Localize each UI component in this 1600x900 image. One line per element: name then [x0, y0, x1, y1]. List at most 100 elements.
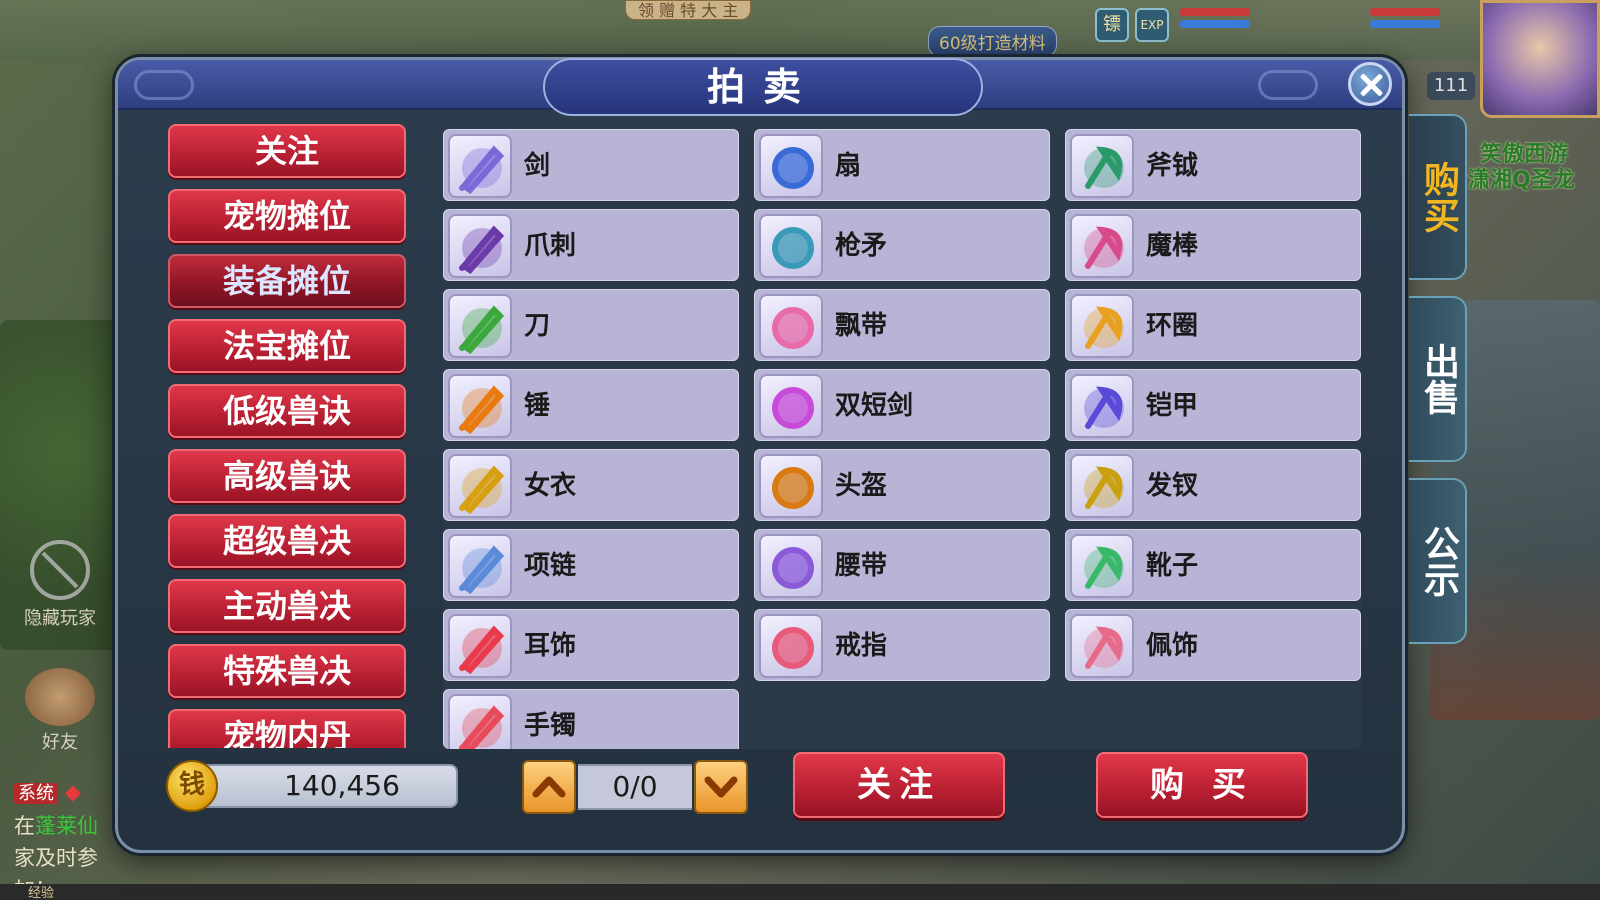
necklace-icon — [448, 534, 512, 598]
swirl-ornament — [134, 70, 194, 100]
item-category-card[interactable]: 女衣 — [443, 449, 739, 521]
item-category-card[interactable]: 魔棒 — [1065, 209, 1361, 281]
item-category-card[interactable]: 枪矛 — [754, 209, 1050, 281]
item-category-label: 铠甲 — [1146, 391, 1199, 421]
boots-icon — [1070, 534, 1134, 598]
item-category-label: 项链 — [524, 551, 577, 581]
ribbon-icon — [759, 294, 823, 358]
event-banner[interactable]: 领 赠 特 大 主 — [625, 0, 752, 20]
item-category-label: 刀 — [524, 311, 551, 341]
item-category-card[interactable]: 双短剑 — [754, 369, 1050, 441]
item-category-card[interactable]: 耳饰 — [443, 609, 739, 681]
buy-button[interactable]: 购 买 — [1096, 752, 1308, 818]
item-category-label: 戒指 — [835, 631, 888, 661]
hammer-icon — [448, 374, 512, 438]
item-category-label: 女衣 — [524, 471, 577, 501]
helmet-icon — [759, 454, 823, 518]
tab-buy-label: 购买 — [1418, 161, 1459, 233]
player-status-bars — [1370, 8, 1440, 38]
item-category-label: 腰带 — [835, 551, 888, 581]
player-name-label-2: 潇湘Q圣龙 — [1468, 168, 1575, 193]
pager: 0/0 — [522, 760, 748, 814]
item-category-label: 枪矛 — [835, 231, 888, 261]
chat-text: 在 — [14, 814, 35, 838]
item-category-label: 爪刺 — [524, 231, 577, 261]
item-category-label: 魔棒 — [1146, 231, 1199, 261]
item-category-card[interactable]: 腰带 — [754, 529, 1050, 601]
category-button[interactable]: 低级兽诀 — [168, 384, 406, 438]
spear-icon — [759, 214, 823, 278]
friends-button[interactable]: 好友 — [10, 668, 110, 754]
item-category-area[interactable]: 剑 扇 斧钺爪刺 枪矛 魔棒刀 飘带 环圈锤 双短剑 铠甲女衣 头盔 发钗项链 腰带 靴子耳饰 戒指 佩饰手… — [443, 129, 1361, 749]
item-grid: 剑 扇 斧钺爪刺 枪矛 魔棒刀 飘带 环圈锤 双短剑 铠甲女衣 头盔 发钗项链 腰带 靴子耳饰 戒指 佩饰手… — [443, 129, 1361, 749]
category-button[interactable]: 关注 — [168, 124, 406, 178]
handshake-icon — [25, 668, 95, 726]
pendant-icon — [1070, 614, 1134, 678]
item-category-card[interactable]: 刀 — [443, 289, 739, 361]
item-category-card[interactable]: 扇 — [754, 129, 1050, 201]
exp-label: 经验 — [28, 886, 55, 900]
player-avatar[interactable] — [1480, 0, 1600, 118]
chevron-up-icon — [532, 776, 566, 798]
item-category-card[interactable]: 手镯 — [443, 689, 739, 749]
item-category-card[interactable]: 佩饰 — [1065, 609, 1361, 681]
tab-notice[interactable]: 公示 — [1409, 478, 1467, 644]
item-category-card[interactable]: 发钗 — [1065, 449, 1361, 521]
auction-dialog: 拍卖 关注 宠物摊位 装备摊位 法宝摊位 低级兽诀 高级兽诀 超级兽决 主动兽决 特殊兽决 宠物内… — [115, 57, 1467, 853]
item-category-card[interactable]: 锤 — [443, 369, 739, 441]
close-icon[interactable] — [1348, 62, 1392, 106]
follow-button[interactable]: 关注 — [793, 752, 1005, 818]
item-category-card[interactable]: 斧钺 — [1065, 129, 1361, 201]
item-category-card[interactable]: 项链 — [443, 529, 739, 601]
category-button[interactable]: 宠物摊位 — [168, 189, 406, 243]
claw-icon — [448, 214, 512, 278]
item-category-card[interactable]: 飘带 — [754, 289, 1050, 361]
material-badge[interactable]: 60级打造材料 — [928, 26, 1057, 57]
friends-label: 好友 — [42, 732, 78, 753]
tab-notice-label: 公示 — [1418, 525, 1459, 597]
escort-icon[interactable]: 镖 — [1095, 8, 1129, 42]
exp-icon[interactable]: EXP — [1135, 8, 1169, 42]
player-level: 111 — [1427, 72, 1475, 100]
category-button[interactable]: 主动兽决 — [168, 579, 406, 633]
blade-icon — [448, 294, 512, 358]
page-up-button[interactable] — [522, 760, 576, 814]
category-button[interactable]: 法宝摊位 — [168, 319, 406, 373]
item-category-card[interactable]: 戒指 — [754, 609, 1050, 681]
tab-sell-label: 出售 — [1418, 343, 1459, 415]
system-tag: 系统 — [14, 783, 58, 804]
category-button[interactable]: 特殊兽决 — [168, 644, 406, 698]
item-category-card[interactable]: 铠甲 — [1065, 369, 1361, 441]
scene-top — [0, 0, 1600, 60]
twin-daggers-icon — [759, 374, 823, 438]
hide-players-button[interactable]: 隐藏玩家 — [10, 540, 110, 630]
hide-players-label: 隐藏玩家 — [24, 608, 96, 629]
armor-icon — [1070, 374, 1134, 438]
item-category-label: 扇 — [835, 151, 862, 181]
category-button[interactable]: 超级兽决 — [168, 514, 406, 568]
dialog-title: 拍卖 — [543, 58, 983, 116]
item-category-label: 耳饰 — [524, 631, 577, 661]
tab-sell[interactable]: 出售 — [1409, 296, 1467, 462]
item-category-card[interactable]: 爪刺 — [443, 209, 739, 281]
category-list: 关注宠物摊位装备摊位法宝摊位低级兽诀高级兽诀超级兽决主动兽决特殊兽决宠物内丹 — [168, 124, 406, 748]
item-category-label: 环圈 — [1146, 311, 1199, 341]
robe-icon — [448, 454, 512, 518]
item-category-label: 斧钺 — [1146, 151, 1199, 181]
ring-blade-icon — [1070, 294, 1134, 358]
item-category-card[interactable]: 靴子 — [1065, 529, 1361, 601]
tab-buy[interactable]: 购买 — [1409, 114, 1467, 280]
item-category-card[interactable]: 环圈 — [1065, 289, 1361, 361]
swirl-ornament — [1258, 70, 1318, 100]
belt-icon — [759, 534, 823, 598]
page-down-button[interactable] — [694, 760, 748, 814]
item-category-label: 手镯 — [524, 711, 577, 741]
category-button[interactable]: 宠物内丹 — [168, 709, 406, 748]
hide-icon — [30, 540, 90, 600]
item-category-card[interactable]: 剑 — [443, 129, 739, 201]
item-category-card[interactable]: 头盔 — [754, 449, 1050, 521]
chat-location: 蓬莱仙 — [35, 814, 98, 838]
category-button[interactable]: 高级兽诀 — [168, 449, 406, 503]
earring-icon — [448, 614, 512, 678]
category-button[interactable]: 装备摊位 — [168, 254, 406, 308]
